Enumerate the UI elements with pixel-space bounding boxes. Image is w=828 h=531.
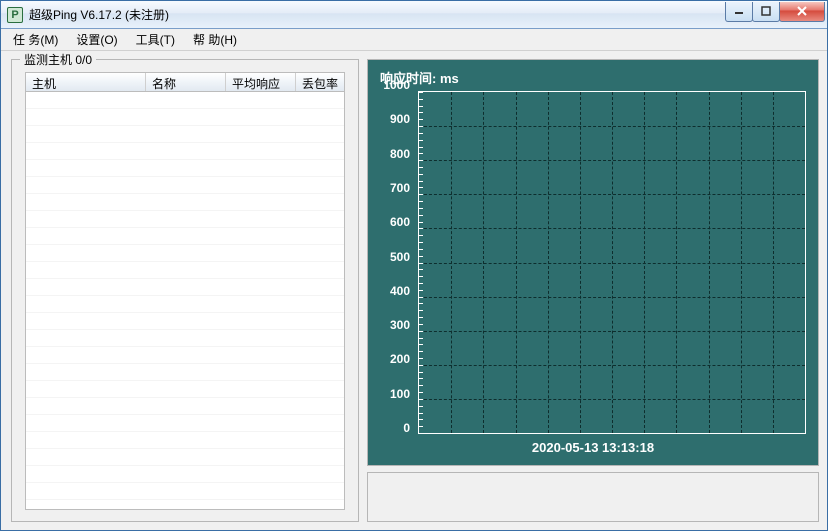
chart-y-axis: 10009008007006005004003002001000 [376, 91, 418, 434]
window-title: 超级Ping V6.17.2 (未注册) [29, 6, 169, 23]
hosts-table-body[interactable] [25, 92, 345, 509]
th-name[interactable]: 名称 [146, 73, 226, 91]
window-controls [726, 2, 825, 22]
menu-bar: 任 务(M) 设置(O) 工具(T) 帮 助(H) [1, 29, 827, 51]
response-time-chart: 响应时间: ms 1000900800700600500400300200100… [367, 59, 819, 466]
hosts-table-header: 主机 名称 平均响应 丢包率 [25, 72, 345, 92]
app-window: P 超级Ping V6.17.2 (未注册) 任 务(M) 设置(O) 工具(T… [0, 0, 828, 531]
menu-tools[interactable]: 工具(T) [128, 29, 183, 50]
chart-hgrid [419, 92, 805, 433]
title-bar[interactable]: P 超级Ping V6.17.2 (未注册) [1, 1, 827, 29]
app-icon: P [7, 7, 23, 23]
status-panel [367, 472, 819, 522]
chart-vgrid [419, 92, 805, 433]
th-loss[interactable]: 丢包率 [296, 73, 344, 91]
hosts-groupbox: 监测主机 0/0 主机 名称 平均响应 丢包率 [11, 59, 359, 522]
chart-tickmarks [419, 92, 423, 433]
th-avg[interactable]: 平均响应 [226, 73, 296, 91]
maximize-button[interactable] [752, 2, 780, 22]
chart-title: 响应时间: ms [380, 68, 810, 87]
chart-plot-area [418, 91, 806, 434]
th-host[interactable]: 主机 [26, 73, 146, 91]
chart-timestamp: 2020-05-13 13:13:18 [368, 440, 818, 455]
chart-plot: 10009008007006005004003002001000 [376, 91, 810, 434]
menu-settings[interactable]: 设置(O) [68, 29, 125, 50]
menu-help[interactable]: 帮 助(H) [185, 29, 245, 50]
menu-tasks[interactable]: 任 务(M) [5, 29, 66, 50]
close-button[interactable] [779, 2, 825, 22]
client-area: 监测主机 0/0 主机 名称 平均响应 丢包率 响应时间: ms 1000900… [1, 51, 827, 530]
right-column: 响应时间: ms 1000900800700600500400300200100… [367, 59, 819, 522]
minimize-button[interactable] [725, 2, 753, 22]
hosts-group-legend: 监测主机 0/0 [20, 51, 96, 68]
